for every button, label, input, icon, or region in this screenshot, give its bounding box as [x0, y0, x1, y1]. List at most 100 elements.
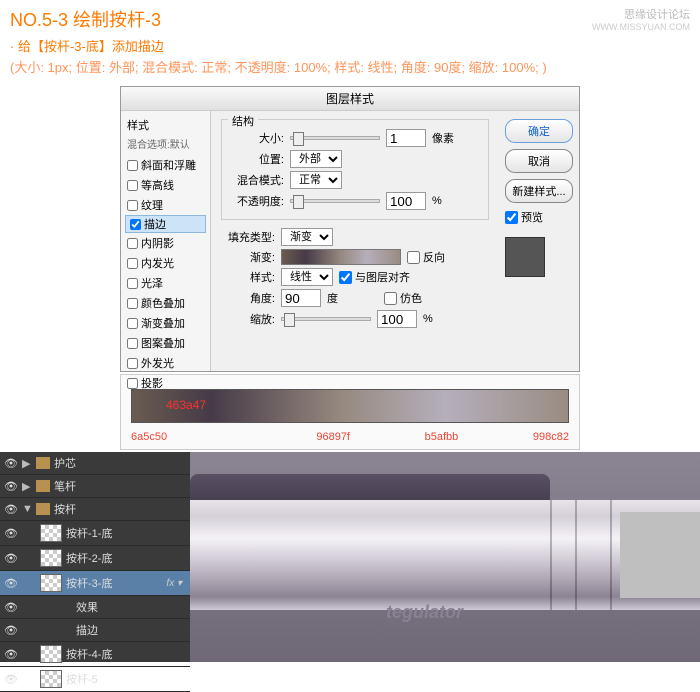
style-item-光泽[interactable]: 光泽 — [125, 273, 206, 293]
position-select[interactable]: 外部 — [290, 150, 342, 168]
fill-type-select[interactable]: 渐变 — [281, 228, 333, 246]
disclosure-icon[interactable]: ▶ — [22, 480, 32, 493]
blend-select[interactable]: 正常 — [290, 171, 342, 189]
blend-label: 混合模式: — [230, 172, 284, 188]
new-style-button[interactable]: 新建样式... — [505, 179, 573, 203]
gradient-stop: 6a5c50 — [131, 431, 167, 443]
size-unit: 像素 — [432, 130, 454, 146]
fill-type-label: 填充类型: — [221, 229, 275, 245]
visibility-icon[interactable]: 👁 — [4, 673, 18, 686]
gradient-stop: 998c82 — [533, 431, 569, 443]
visibility-icon[interactable]: 👁 — [4, 577, 18, 590]
layer-name: 效果 — [76, 599, 98, 615]
angle-label: 角度: — [221, 290, 275, 306]
layer-thumb — [40, 645, 62, 663]
visibility-icon[interactable]: 👁 — [4, 480, 18, 493]
blend-defaults[interactable]: 混合选项:默认 — [125, 135, 206, 155]
angle-input[interactable] — [281, 289, 321, 307]
layer-thumb — [40, 574, 62, 592]
size-input[interactable] — [386, 129, 426, 147]
layer-name: 护芯 — [54, 455, 76, 471]
layer-row[interactable]: 👁 按杆-4-底 — [0, 642, 190, 667]
style-item-斜面和浮雕[interactable]: 斜面和浮雕 — [125, 155, 206, 175]
scale-label: 缩放: — [221, 311, 275, 327]
layer-row[interactable]: 👁 ▶ 护芯 — [0, 452, 190, 475]
style-list: 样式 混合选项:默认 斜面和浮雕等高线纹理描边内阴影内发光光泽颜色叠加渐变叠加图… — [121, 111, 211, 371]
layer-row[interactable]: 👁 描边 — [0, 619, 190, 642]
gradient-stop: 96897f — [316, 431, 350, 443]
angle-unit: 度 — [327, 290, 338, 306]
visibility-icon[interactable]: 👁 — [4, 457, 18, 470]
layer-row[interactable]: 👁按杆-2-底 — [0, 546, 190, 571]
style-item-等高线[interactable]: 等高线 — [125, 175, 206, 195]
ok-button[interactable]: 确定 — [505, 119, 573, 143]
layer-row[interactable]: 👁按杆-3-底fx ▾ — [0, 571, 190, 596]
layer-name: 笔杆 — [54, 478, 76, 494]
style-item-图案叠加[interactable]: 图案叠加 — [125, 333, 206, 353]
styles-heading: 样式 — [125, 115, 206, 135]
page-params: (大小: 1px; 位置: 外部; 混合模式: 正常; 不透明度: 100%; … — [10, 57, 690, 76]
fx-badge[interactable]: fx ▾ — [166, 578, 186, 589]
gradient-bar[interactable]: 463a47 — [131, 389, 569, 423]
page-subtitle: · 给【按杆-3-底】添加描边 — [10, 36, 690, 55]
size-label: 大小: — [230, 130, 284, 146]
scale-slider[interactable] — [281, 317, 371, 321]
gradient-stop: b5afbb — [425, 431, 459, 443]
position-label: 位置: — [230, 151, 284, 167]
layer-row[interactable]: 👁 按杆-5 — [0, 667, 190, 692]
opacity-label: 不透明度: — [230, 193, 284, 209]
gradient-label: 渐变: — [221, 249, 275, 265]
visibility-icon[interactable]: 👁 — [4, 624, 18, 637]
style-item-内发光[interactable]: 内发光 — [125, 253, 206, 273]
opacity-input[interactable] — [386, 192, 426, 210]
layer-name: 按杆-1-底 — [66, 525, 112, 541]
preview-checkbox[interactable]: 预览 — [505, 209, 573, 225]
style-item-颜色叠加[interactable]: 颜色叠加 — [125, 293, 206, 313]
layer-row[interactable]: 👁 按杆-1-底 — [0, 521, 190, 546]
canvas-preview: tegulator — [190, 452, 700, 662]
layer-thumb — [40, 549, 62, 567]
style-item-纹理[interactable]: 纹理 — [125, 195, 206, 215]
folder-icon — [36, 480, 50, 492]
gradient-picker[interactable] — [281, 249, 401, 265]
page-title: NO.5-3 绘制按杆-3 — [10, 6, 690, 32]
disclosure-icon[interactable]: ▶ — [22, 457, 32, 470]
layer-row[interactable]: 👁 ▼ 按杆 — [0, 498, 190, 521]
visibility-icon[interactable]: 👁 — [4, 503, 18, 516]
style-item-外发光[interactable]: 外发光 — [125, 353, 206, 373]
grad-style-select[interactable]: 线性 — [281, 268, 333, 286]
dither-checkbox[interactable]: 仿色 — [384, 290, 422, 306]
stroke-panel: 结构 大小: 像素 位置: 外部 混合模式: 正常 不透明度: — [211, 111, 499, 371]
layer-name: 按杆 — [54, 501, 76, 517]
align-checkbox[interactable]: 与图层对齐 — [339, 269, 410, 285]
visibility-icon[interactable]: 👁 — [4, 527, 18, 540]
cancel-button[interactable]: 取消 — [505, 149, 573, 173]
visibility-icon[interactable]: 👁 — [4, 648, 18, 661]
visibility-icon[interactable]: 👁 — [4, 601, 18, 614]
layer-thumb — [40, 524, 62, 542]
grad-style-label: 样式: — [221, 269, 275, 285]
reverse-checkbox[interactable]: 反向 — [407, 249, 445, 265]
watermark-text: 思缘设计论坛 — [624, 9, 690, 21]
layer-name: 按杆-4-底 — [66, 646, 112, 662]
layer-style-dialog: 图层样式 样式 混合选项:默认 斜面和浮雕等高线纹理描边内阴影内发光光泽颜色叠加… — [120, 86, 580, 372]
watermark-url: WWW.MISSYUAN.COM — [592, 22, 690, 32]
layer-row[interactable]: 👁 ▶ 笔杆 — [0, 475, 190, 498]
gradient-stop-label: 463a47 — [166, 398, 206, 412]
folder-icon — [36, 457, 50, 469]
scale-unit: % — [423, 313, 433, 325]
style-item-内阴影[interactable]: 内阴影 — [125, 233, 206, 253]
style-item-描边[interactable]: 描边 — [125, 215, 206, 233]
layer-name: 按杆-5 — [66, 671, 98, 687]
opacity-unit: % — [432, 195, 442, 207]
style-item-渐变叠加[interactable]: 渐变叠加 — [125, 313, 206, 333]
size-slider[interactable] — [290, 136, 380, 140]
layer-name: 描边 — [76, 622, 98, 638]
scale-input[interactable] — [377, 310, 417, 328]
disclosure-icon[interactable]: ▼ — [22, 503, 32, 515]
layer-row[interactable]: 👁 效果 — [0, 596, 190, 619]
opacity-slider[interactable] — [290, 199, 380, 203]
struct-legend: 结构 — [228, 113, 258, 129]
preview-swatch — [505, 237, 545, 277]
visibility-icon[interactable]: 👁 — [4, 552, 18, 565]
